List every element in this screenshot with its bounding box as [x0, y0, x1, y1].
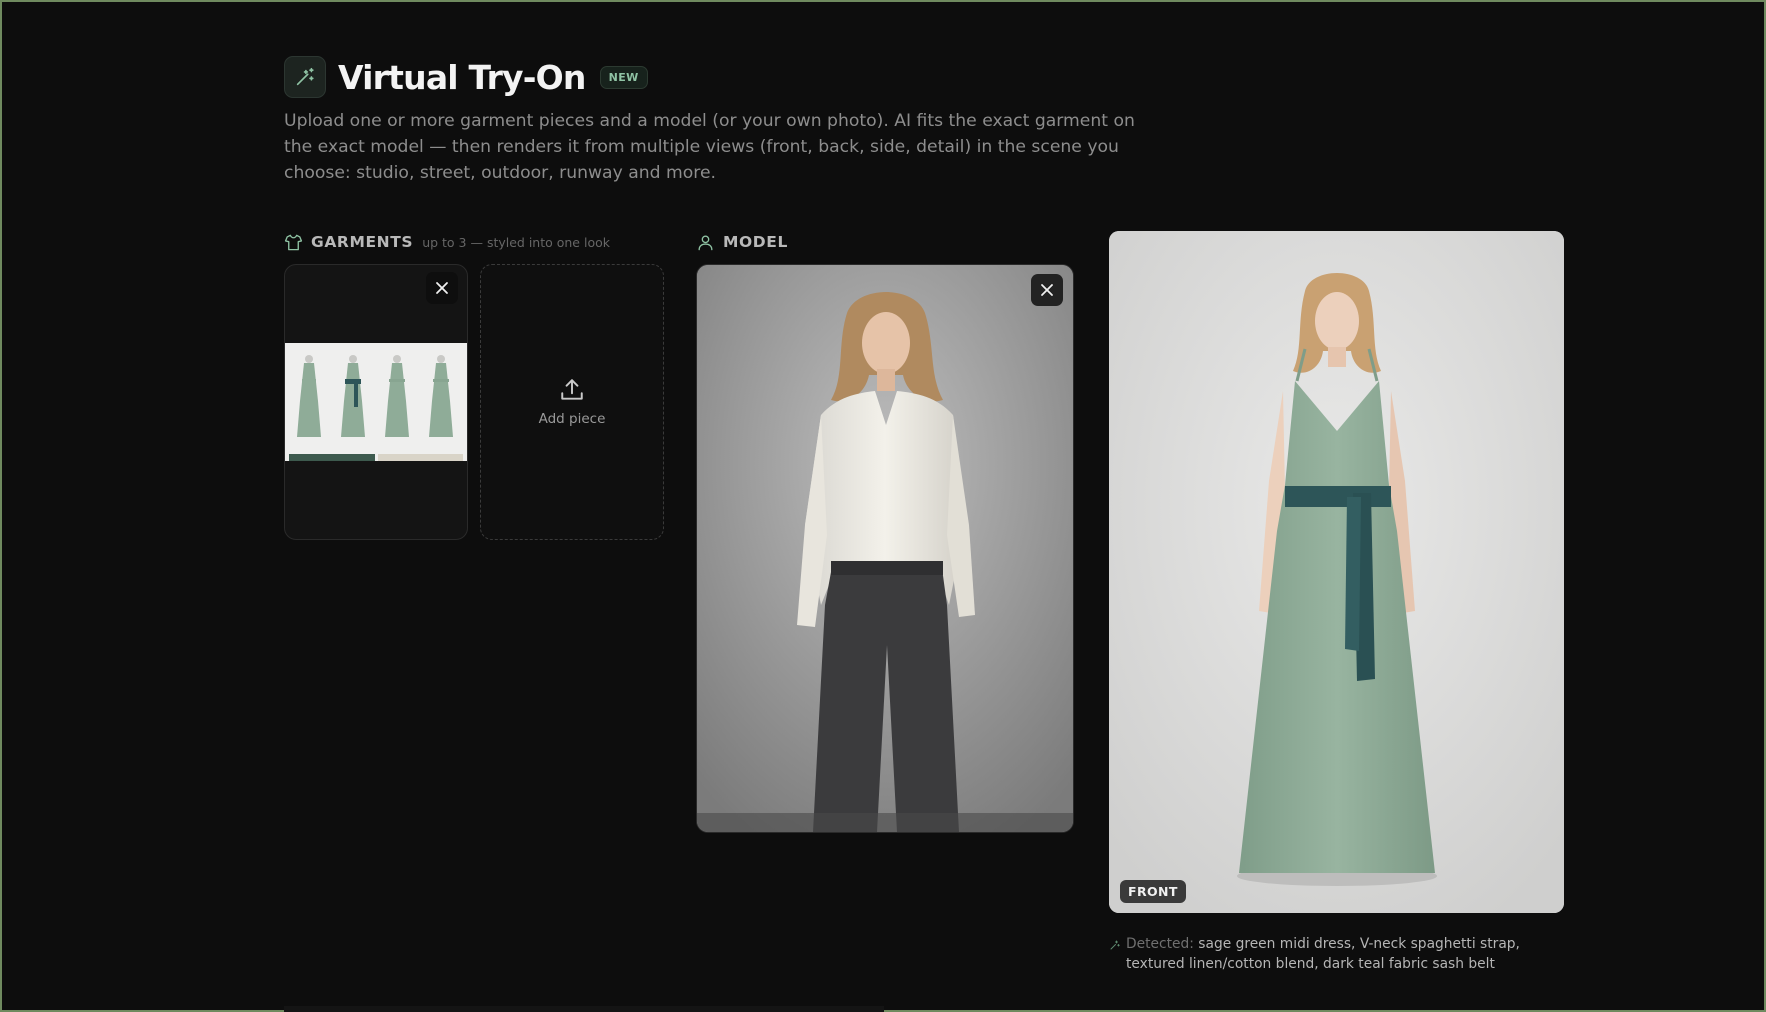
magic-wand-icon: [284, 56, 326, 98]
shirt-icon: [284, 234, 303, 250]
model-section: MODEL: [696, 230, 1074, 833]
garments-label: GARMENTS: [311, 233, 414, 251]
page-header: Virtual Try-On NEW: [284, 54, 1574, 100]
garments-section: GARMENTS up to 3 — styled into one look: [284, 230, 664, 540]
detected-label: Detected:: [1126, 936, 1194, 952]
sparkle-icon: [1110, 940, 1120, 950]
garments-header: GARMENTS up to 3 — styled into one look: [284, 230, 664, 254]
garments-hint: up to 3 — styled into one look: [422, 234, 610, 250]
next-section-peek: [284, 1006, 884, 1012]
model-photo-card[interactable]: [696, 264, 1074, 833]
user-icon: [698, 234, 713, 250]
add-piece-label: Add piece: [538, 411, 606, 427]
model-label: MODEL: [723, 233, 788, 251]
remove-garment-button[interactable]: [426, 272, 458, 304]
garment-cards: Add piece: [284, 264, 664, 540]
model-header: MODEL: [696, 230, 1074, 254]
upload-icon: [561, 379, 583, 400]
garment-image: [285, 343, 467, 461]
add-piece-button[interactable]: Add piece: [480, 264, 664, 540]
new-badge: NEW: [599, 65, 648, 89]
virtual-try-on-page: Virtual Try-On NEW Upload one or more ga…: [284, 54, 1574, 972]
garment-card[interactable]: [284, 264, 468, 540]
result-image: [1109, 231, 1564, 913]
detected-info: Detected: sage green midi dress, V-neck …: [1109, 934, 1564, 974]
close-icon: [1041, 284, 1053, 296]
model-photo: [697, 265, 1073, 832]
result-preview[interactable]: FRONT: [1109, 231, 1564, 913]
page-description: Upload one or more garment pieces and a …: [284, 111, 1135, 183]
close-icon: [436, 282, 448, 294]
page-title: Virtual Try-On: [338, 57, 586, 97]
view-badge: FRONT: [1120, 880, 1186, 903]
remove-model-button[interactable]: [1031, 274, 1063, 306]
